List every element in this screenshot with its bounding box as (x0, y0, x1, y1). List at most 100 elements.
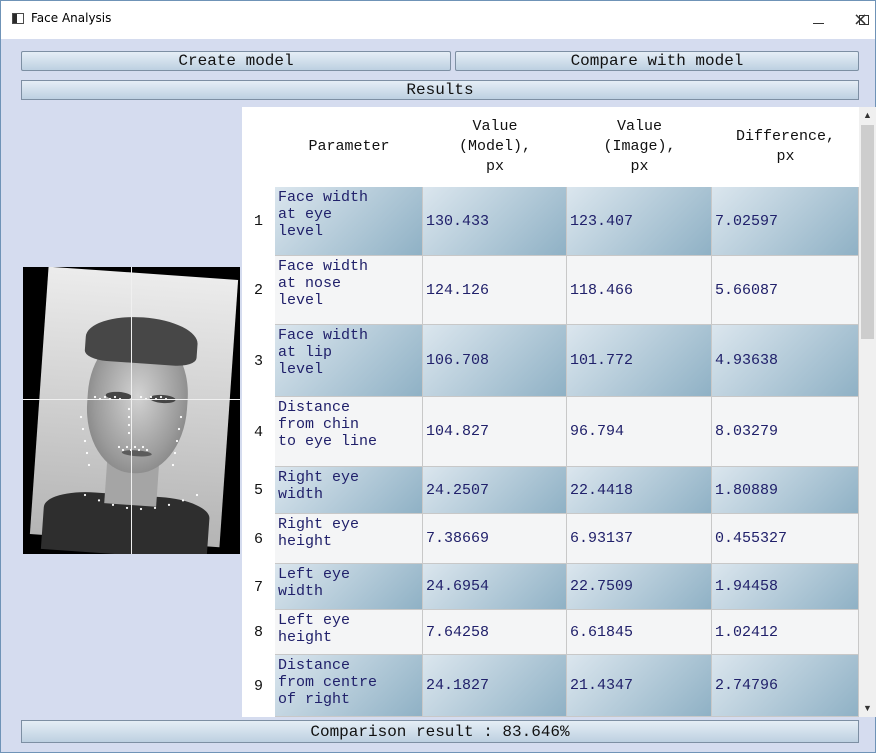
table-cell-image[interactable]: 96.794 (567, 397, 712, 467)
landmark-dot (127, 423, 131, 427)
table-cell-model[interactable]: 7.38669 (423, 514, 567, 564)
scroll-up-arrow-icon[interactable]: ▲ (859, 107, 876, 124)
table-cell-model[interactable]: 130.433 (423, 187, 567, 256)
table-cell-image[interactable]: 118.466 (567, 256, 712, 325)
column-header-parameter[interactable]: Parameter (275, 107, 423, 187)
table-cell-parameter[interactable]: Left eye width (275, 564, 423, 610)
table-cell-model[interactable]: 24.1827 (423, 655, 567, 717)
table-cell-diff[interactable]: 2.74796 (712, 655, 859, 717)
parameter-text: height (278, 629, 333, 646)
table-cell-image[interactable]: 6.61845 (567, 610, 712, 655)
parameter-text: from chin (278, 416, 360, 433)
create-model-button[interactable]: Create model (21, 51, 451, 71)
landmark-dot (149, 395, 153, 399)
table-cell-parameter[interactable]: Distance from chin to eye line (275, 397, 423, 467)
parameter-text: Face width (278, 189, 369, 206)
row-number: 2 (242, 256, 275, 325)
table-cell-image[interactable]: 123.407 (567, 187, 712, 256)
table-cell-diff[interactable]: 1.02412 (712, 610, 859, 655)
parameter-text: height (278, 533, 333, 550)
table-cell-diff[interactable]: 5.66087 (712, 256, 859, 325)
app-window: Face Analysis × Create model Compare wit… (0, 0, 876, 753)
table-cell-diff[interactable]: 4.93638 (712, 325, 859, 397)
column-header-difference[interactable]: Difference, px (712, 107, 859, 187)
column-header-image[interactable]: Value (Image), px (567, 107, 712, 187)
table-cell-image[interactable]: 101.772 (567, 325, 712, 397)
table-cell-model[interactable]: 24.2507 (423, 467, 567, 514)
table-cell-model[interactable]: 24.6954 (423, 564, 567, 610)
table-cell-diff[interactable]: 1.94458 (712, 564, 859, 610)
landmark-dot (139, 395, 143, 399)
table-scrollbar[interactable]: ▲ ▼ (859, 107, 876, 717)
table-cell-image[interactable]: 6.93137 (567, 514, 712, 564)
landmark-dot (83, 493, 87, 497)
vertical-guide-line (131, 267, 132, 554)
scroll-down-arrow-icon[interactable]: ▼ (859, 700, 876, 717)
row-number: 1 (242, 187, 275, 256)
landmark-dot (103, 395, 107, 399)
parameter-text: Distance (278, 657, 351, 674)
table-cell-image[interactable]: 22.4418 (567, 467, 712, 514)
window-title: Face Analysis (31, 11, 112, 25)
landmark-dot (141, 445, 145, 449)
column-header-text: px (485, 158, 504, 175)
table-cell-image[interactable]: 22.7509 (567, 564, 712, 610)
row-number: 8 (242, 610, 275, 655)
column-header-text: Value (616, 118, 662, 135)
column-header-text: px (776, 148, 795, 165)
landmark-dot (181, 499, 185, 502)
row-number: 9 (242, 655, 275, 717)
landmark-dot (113, 395, 117, 399)
table-cell-diff[interactable]: 1.80889 (712, 467, 859, 514)
landmark-dot (153, 506, 157, 510)
landmark-dot (145, 448, 149, 452)
comparison-result: Comparison result : 83.646% (21, 720, 859, 743)
row-number: 7 (242, 564, 275, 610)
table-cell-parameter[interactable]: Face width at eye level (275, 187, 423, 256)
parameter-text: Right eye (278, 516, 360, 533)
table-cell-parameter[interactable]: Right eye height (275, 514, 423, 564)
minimize-button[interactable] (783, 5, 829, 35)
table-cell-model[interactable]: 104.827 (423, 397, 567, 467)
landmark-dot (173, 451, 177, 455)
column-header-text: px (630, 158, 649, 175)
landmark-dot (79, 415, 83, 419)
landmark-dot (121, 448, 125, 452)
landmark-dot (93, 395, 97, 399)
table-cell-parameter[interactable]: Face width at lip level (275, 325, 423, 397)
table-cell-parameter[interactable]: Distance from centre of right (275, 655, 423, 717)
table-cell-image[interactable]: 21.4347 (567, 655, 712, 717)
compare-with-model-button[interactable]: Compare with model (455, 51, 859, 71)
parameter-text: Face width (278, 258, 369, 275)
table-cell-parameter[interactable]: Right eye width (275, 467, 423, 514)
parameter-text: to eye line (278, 433, 378, 450)
landmark-dot (83, 439, 87, 443)
column-header-text: (Model), (458, 138, 531, 155)
column-header-text: (Image), (603, 138, 676, 155)
table-cell-diff[interactable]: 7.02597 (712, 187, 859, 256)
parameter-text: Face width (278, 327, 369, 344)
table-cell-parameter[interactable]: Face width at nose level (275, 256, 423, 325)
row-number: 6 (242, 514, 275, 564)
landmark-dot (111, 503, 115, 506)
parameter-text: width (278, 583, 324, 600)
parameter-text: width (278, 486, 324, 503)
landmark-dot (85, 451, 89, 455)
column-header-model[interactable]: Value (Model), px (423, 107, 567, 187)
landmark-dot (97, 499, 101, 502)
table-cell-parameter[interactable]: Left eye height (275, 610, 423, 655)
parameter-text: at lip (278, 344, 333, 361)
row-number: 5 (242, 467, 275, 514)
landmark-dot (125, 506, 129, 510)
table-cell-diff[interactable]: 0.455327 (712, 514, 859, 564)
app-icon (12, 13, 24, 24)
table-cell-model[interactable]: 124.126 (423, 256, 567, 325)
table-cell-diff[interactable]: 8.03279 (712, 397, 859, 467)
scroll-thumb[interactable] (861, 125, 874, 339)
face-image (23, 267, 240, 554)
landmark-dot (87, 463, 91, 467)
table-cell-model[interactable]: 106.708 (423, 325, 567, 397)
table-cell-model[interactable]: 7.64258 (423, 610, 567, 655)
landmark-dot (127, 431, 131, 435)
close-button[interactable]: × (853, 9, 868, 30)
